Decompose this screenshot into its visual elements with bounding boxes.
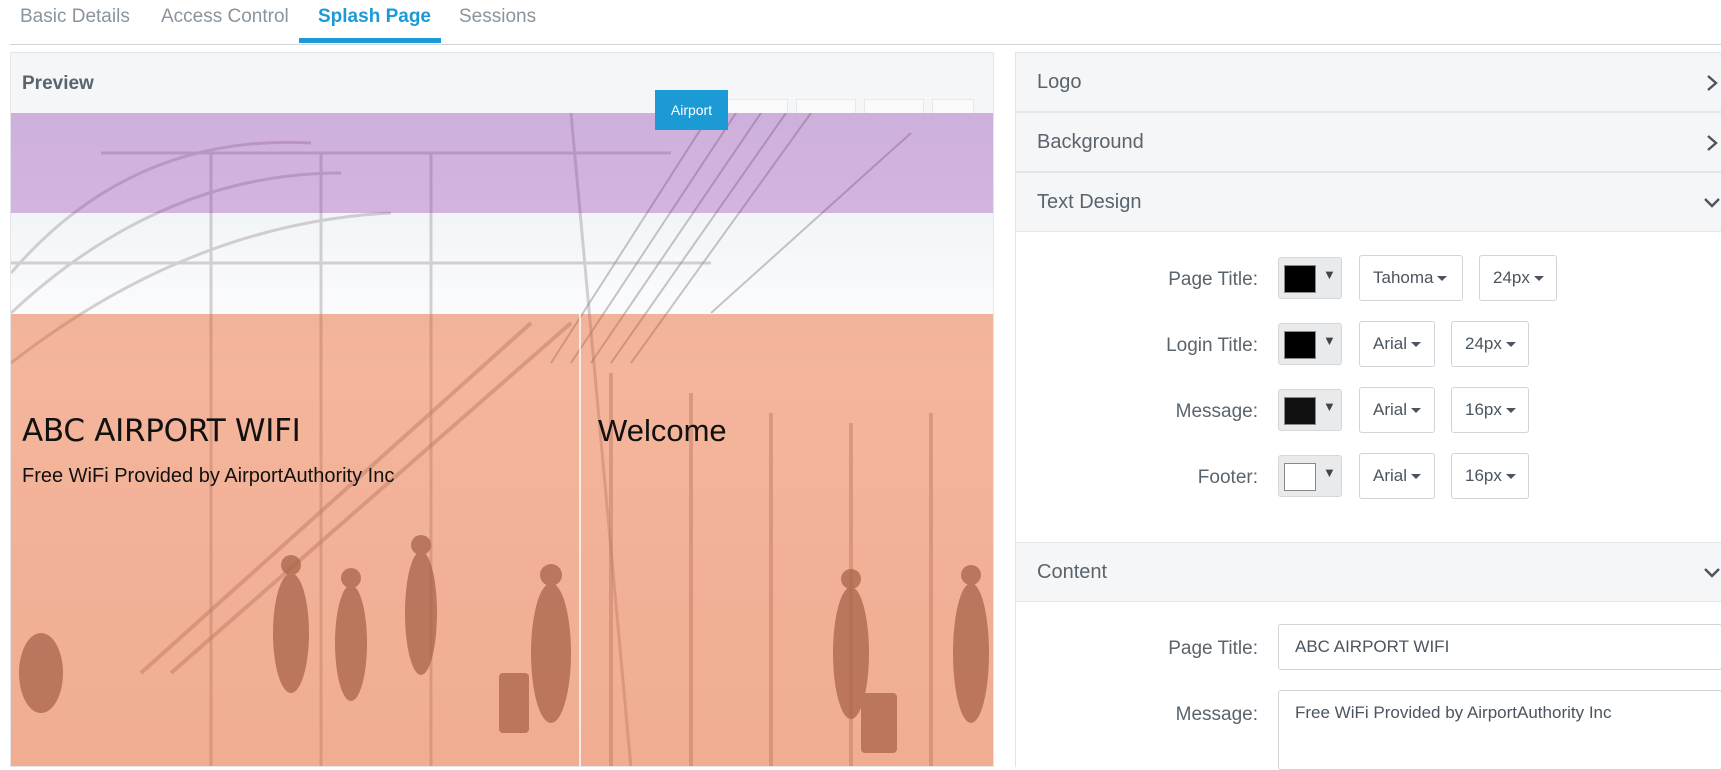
chevron-down-icon	[1704, 568, 1720, 578]
font-size-dropdown[interactable]: 16px	[1451, 453, 1529, 499]
preview-header: Preview	[11, 53, 993, 113]
settings-panel: Logo Background Text Design Page Title: …	[1015, 52, 1721, 770]
color-swatch	[1284, 397, 1316, 425]
font-family-dropdown[interactable]: Arial	[1359, 453, 1435, 499]
tab-basic-details[interactable]: Basic Details	[20, 6, 130, 28]
font-size-dropdown[interactable]: 24px	[1451, 321, 1529, 367]
chevron-right-icon	[1707, 135, 1718, 151]
caret-down-icon	[1505, 408, 1516, 414]
splash-preview-canvas: ABC AIRPORT WIFI Free WiFi Provided by A…	[11, 113, 993, 766]
row-label: Message:	[1175, 401, 1258, 422]
row-label: Page Title:	[1168, 269, 1258, 290]
chevron-down-icon	[1704, 198, 1720, 208]
color-swatch	[1284, 265, 1316, 293]
preview-login-title: Welcome	[598, 413, 727, 448]
content-band	[11, 314, 993, 766]
header-band	[11, 113, 993, 213]
caret-down-icon	[1411, 408, 1422, 414]
preview-title: Preview	[22, 73, 94, 94]
font-size-dropdown[interactable]: 24px	[1479, 255, 1557, 301]
caret-down-icon	[1533, 276, 1544, 282]
accordion-content[interactable]: Content	[1016, 542, 1721, 602]
color-picker-button[interactable]: ▼	[1278, 323, 1342, 365]
page-title-input[interactable]	[1278, 624, 1721, 670]
tab-sessions[interactable]: Sessions	[459, 6, 536, 28]
tab-bar: Basic Details Access Control Splash Page…	[10, 0, 1721, 45]
toolbar-ghost	[864, 99, 924, 113]
caret-down-icon: ▼	[1323, 333, 1336, 348]
active-tab-indicator	[299, 38, 441, 43]
font-family-dropdown[interactable]: Tahoma	[1359, 255, 1463, 301]
middle-band	[11, 213, 993, 314]
caret-down-icon	[1505, 474, 1516, 480]
accordion-background-label: Background	[1037, 131, 1144, 153]
font-size-dropdown[interactable]: 16px	[1451, 387, 1529, 433]
message-textarea[interactable]: Free WiFi Provided by AirportAuthority I…	[1278, 690, 1721, 770]
caret-down-icon	[1437, 276, 1448, 282]
tab-splash-page[interactable]: Splash Page	[318, 6, 431, 28]
accordion-logo[interactable]: Logo	[1016, 52, 1721, 112]
tab-access-control[interactable]: Access Control	[161, 6, 289, 28]
caret-down-icon: ▼	[1323, 399, 1336, 414]
content-page-title-label: Page Title:	[1168, 638, 1258, 659]
color-picker-button[interactable]: ▼	[1278, 389, 1342, 431]
accordion-text-design[interactable]: Text Design	[1016, 172, 1721, 232]
content-message-label: Message:	[1175, 704, 1258, 725]
caret-down-icon	[1411, 342, 1422, 348]
accordion-content-label: Content	[1037, 561, 1108, 583]
font-family-dropdown[interactable]: Arial	[1359, 321, 1435, 367]
preview-page-title: ABC AIRPORT WIFI	[22, 413, 301, 449]
accordion-text-design-label: Text Design	[1037, 191, 1142, 213]
preview-message: Free WiFi Provided by AirportAuthority I…	[22, 465, 395, 487]
chevron-right-icon	[1707, 75, 1718, 91]
font-family-dropdown[interactable]: Arial	[1359, 387, 1435, 433]
column-divider	[579, 314, 581, 766]
accordion-background[interactable]: Background	[1016, 112, 1721, 172]
caret-down-icon: ▼	[1323, 267, 1336, 282]
color-swatch	[1284, 463, 1316, 491]
caret-down-icon	[1505, 342, 1516, 348]
caret-down-icon: ▼	[1323, 465, 1336, 480]
preview-panel: Preview ABC AIRPORT WIFI Free WiFi Provi…	[10, 52, 994, 767]
color-picker-button[interactable]: ▼	[1278, 257, 1342, 299]
caret-down-icon	[1411, 474, 1422, 480]
color-picker-button[interactable]: ▼	[1278, 455, 1342, 497]
theme-chip-airport[interactable]: Airport	[655, 90, 728, 130]
accordion-logo-label: Logo	[1037, 71, 1082, 93]
row-label: Footer:	[1197, 467, 1258, 488]
toolbar-ghost	[726, 99, 788, 113]
toolbar-ghost	[796, 99, 856, 113]
toolbar-ghost	[932, 99, 974, 113]
color-swatch	[1284, 331, 1316, 359]
row-label: Login Title:	[1166, 335, 1258, 356]
